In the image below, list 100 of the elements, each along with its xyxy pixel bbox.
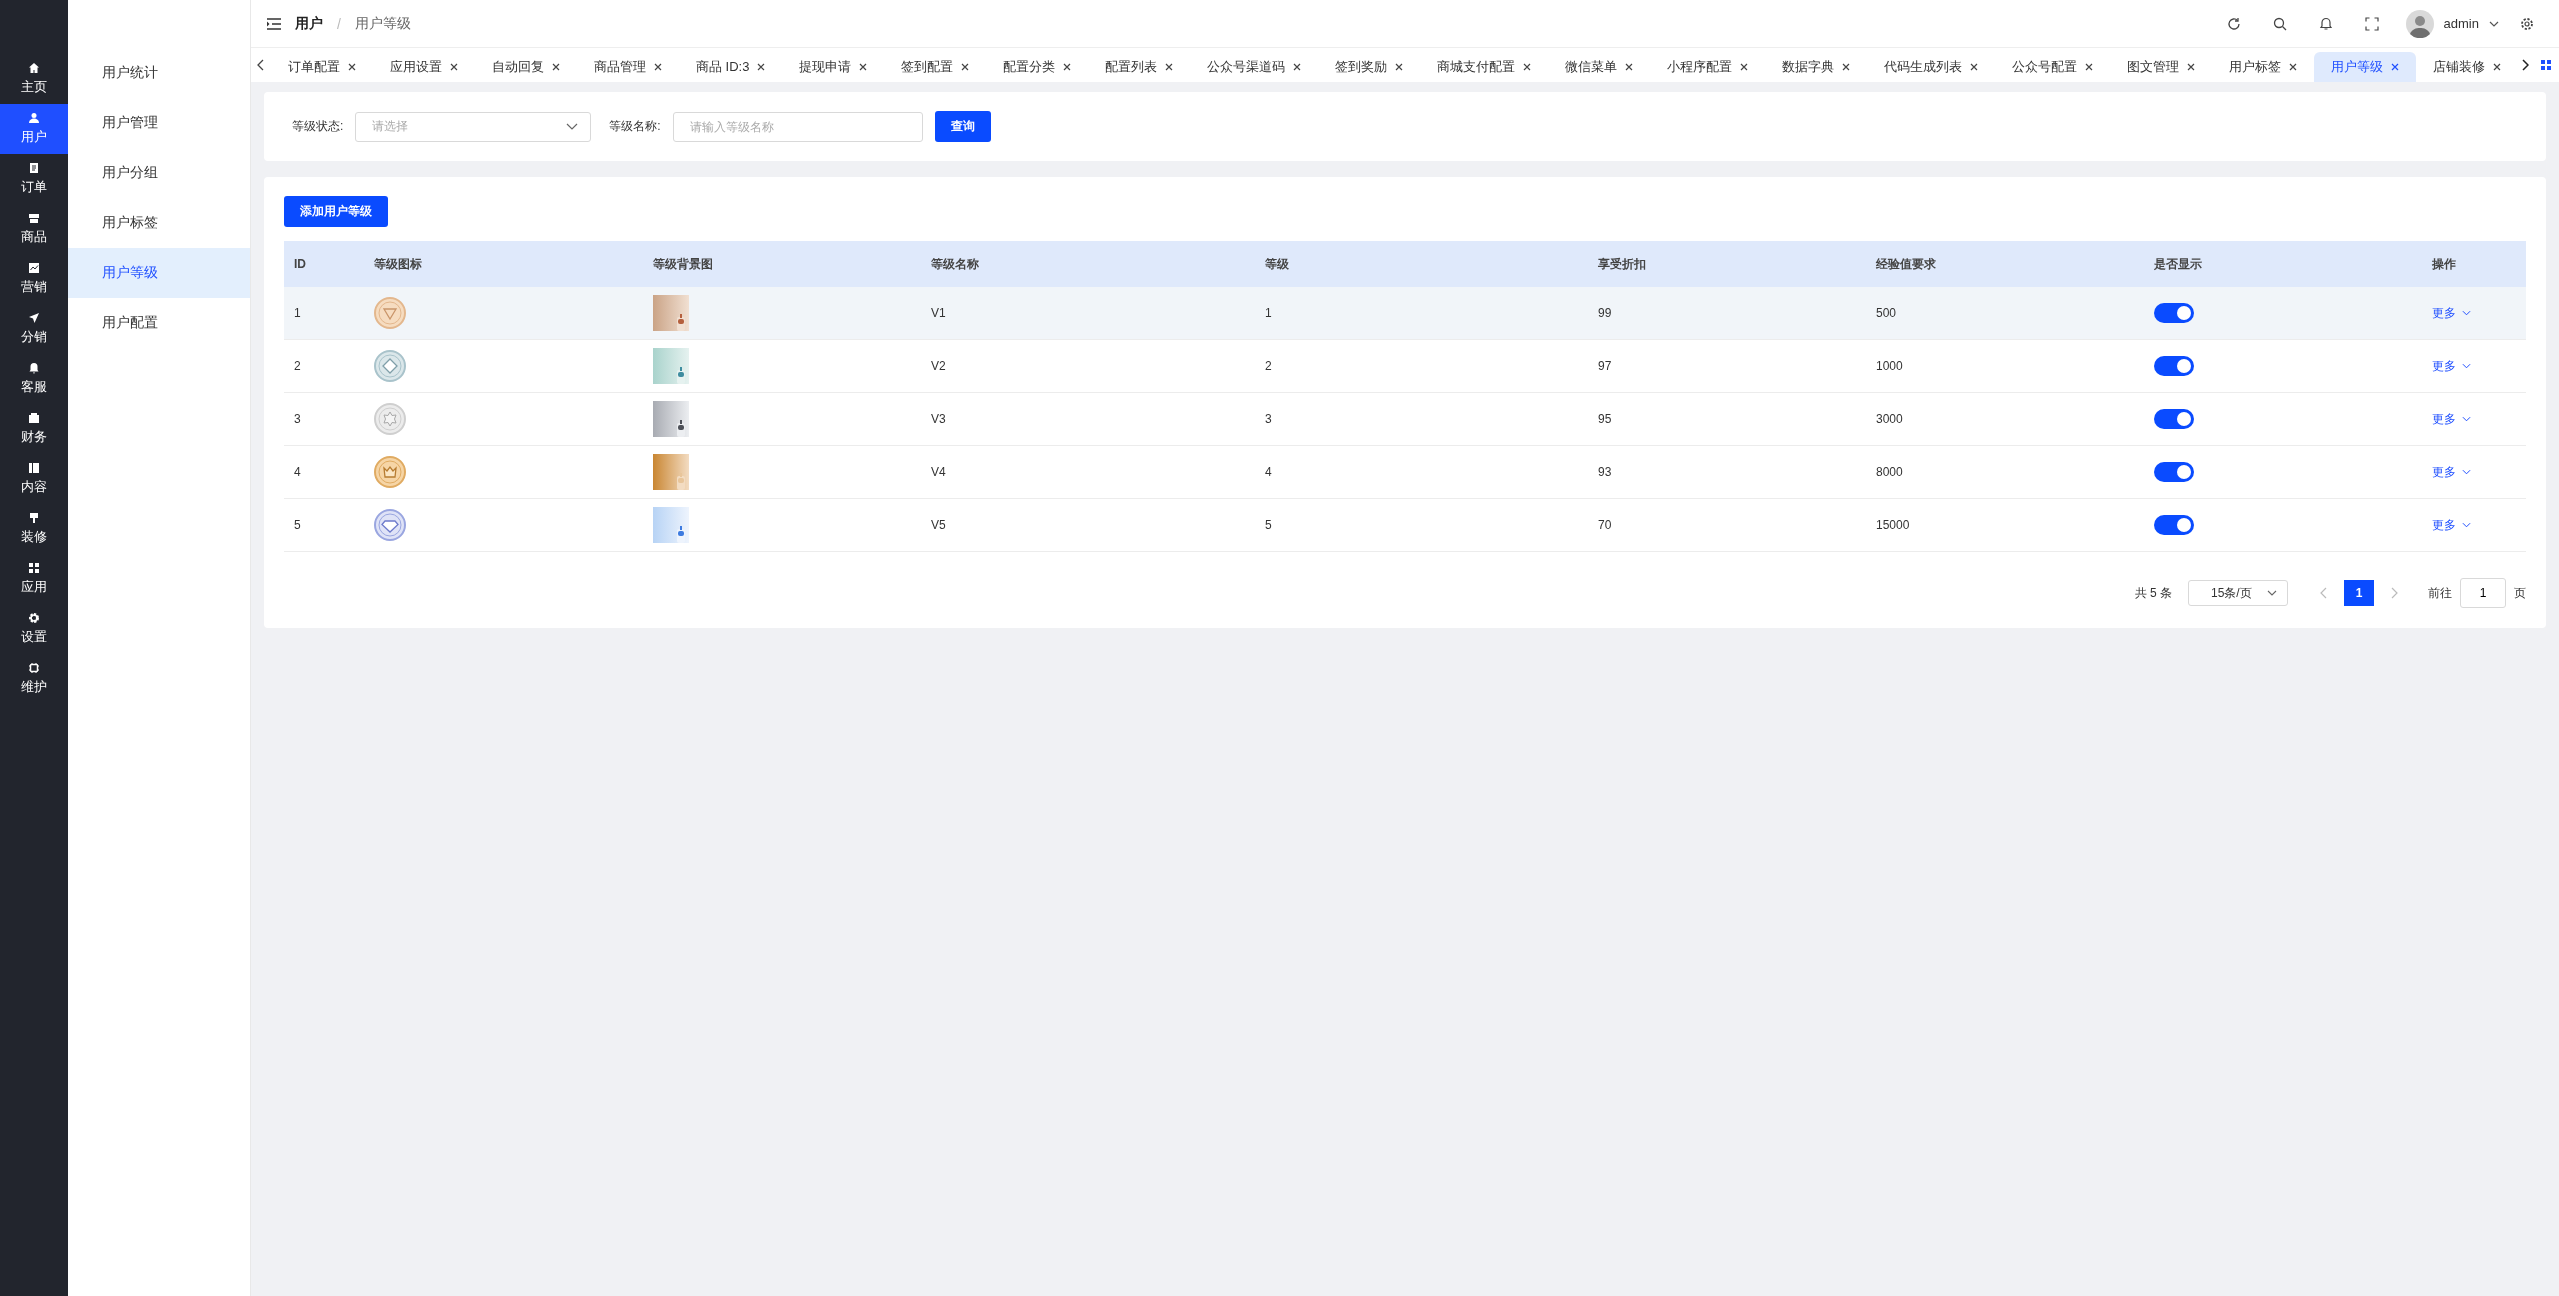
submenu-item[interactable]: 用户配置 [68,298,250,348]
nav-item[interactable]: 内容 [0,454,68,504]
page-number[interactable]: 1 [2344,580,2374,606]
page-tab[interactable]: 商品管理 [577,52,679,82]
table-row[interactable]: 5 V5 5 70 15000 更多 [284,498,2526,552]
submenu-item[interactable]: 用户统计 [68,48,250,98]
nav-item[interactable]: 装修 [0,504,68,554]
close-icon[interactable] [1740,63,1749,71]
close-icon[interactable] [348,63,356,71]
page-tab[interactable]: 订单配置 [271,52,373,82]
toggle-switch[interactable] [2154,303,2194,323]
close-icon[interactable] [552,63,560,71]
table-row[interactable]: 3 V3 3 95 3000 更多 [284,392,2526,446]
level-badge-icon [374,509,406,541]
page-tab[interactable]: 配置分类 [986,52,1089,82]
page-tab[interactable]: 图文管理 [2110,52,2213,82]
toggle-switch[interactable] [2154,356,2194,376]
nav-item[interactable]: 营销 [0,254,68,304]
page-tab[interactable]: 签到配置 [884,52,987,82]
nav-item[interactable]: 用户 [0,104,68,154]
menu-fold-icon[interactable] [267,17,281,30]
close-icon[interactable] [2289,63,2298,71]
more-dropdown[interactable]: 更多 [2432,516,2471,534]
close-icon[interactable] [1842,63,1851,71]
table-cell: 1 [294,306,301,320]
user-name[interactable]: admin [2443,16,2479,31]
close-icon[interactable] [654,63,662,71]
table-row[interactable]: 2 V2 2 97 1000 更多 [284,339,2526,393]
close-icon[interactable] [1395,63,1404,71]
page-tab[interactable]: 小程序配置 [1650,52,1766,82]
nav-item[interactable]: 客服 [0,354,68,404]
page-tab[interactable]: 数据字典 [1765,52,1868,82]
fullscreen-icon[interactable] [2364,16,2379,31]
more-dropdown[interactable]: 更多 [2432,357,2471,375]
page-tab[interactable]: 用户标签 [2212,52,2315,82]
page-tab[interactable]: 提现申请 [782,52,885,82]
close-icon[interactable] [961,63,970,71]
caret-icon[interactable] [2489,20,2499,27]
table-cell: 15000 [1876,518,1910,532]
submenu-item[interactable]: 用户分组 [68,148,250,198]
close-icon[interactable] [1523,63,1532,71]
page-tab[interactable]: 微信菜单 [1548,52,1651,82]
bell-icon[interactable] [2318,16,2333,31]
nav-item[interactable]: 主页 [0,54,68,104]
table-row[interactable]: 4 V4 4 93 8000 更多 [284,445,2526,499]
close-icon[interactable] [1165,63,1174,71]
page-tab[interactable]: 应用设置 [373,52,475,82]
close-icon[interactable] [1293,63,1302,71]
more-dropdown[interactable]: 更多 [2432,463,2471,481]
more-dropdown[interactable]: 更多 [2432,410,2471,428]
close-icon[interactable] [2085,63,2094,71]
add-level-button[interactable]: 添加用户等级 [284,196,388,227]
nav-item[interactable]: 商品 [0,204,68,254]
nav-item[interactable]: 订单 [0,154,68,204]
close-icon[interactable] [757,63,766,71]
avatar[interactable] [2405,9,2434,38]
grid-icon[interactable] [2541,60,2551,70]
submenu-item[interactable]: 用户等级 [68,248,250,298]
breadcrumb-item[interactable]: 用户 [295,14,323,33]
settings-icon[interactable] [2520,16,2534,31]
table-row[interactable]: 1 V1 1 99 500 更多 [284,287,2526,340]
page-tab[interactable]: 自动回复 [475,52,577,82]
page-tab[interactable]: 签到奖励 [1318,52,1421,82]
page-tab[interactable]: 代码生成列表 [1867,52,1996,82]
submenu-item[interactable]: 用户管理 [68,98,250,148]
page-input[interactable]: 1 [2460,578,2506,608]
close-icon[interactable] [1970,63,1979,71]
page-tab[interactable]: 商城支付配置 [1420,52,1549,82]
nav-item[interactable]: 财务 [0,404,68,454]
page-tab[interactable]: 公众号配置 [1995,52,2111,82]
page-tab[interactable]: 店铺装修 [2416,52,2515,82]
close-icon[interactable] [1625,63,1634,71]
page-tab[interactable]: 配置列表 [1088,52,1191,82]
close-icon[interactable] [2391,63,2400,71]
name-input[interactable]: 请输入等级名称 [672,111,923,142]
close-icon[interactable] [1063,63,1072,71]
nav-item[interactable]: 应用 [0,554,68,604]
page-tab[interactable]: 用户等级 [2314,52,2417,82]
refresh-icon[interactable] [2226,16,2241,31]
chevron-right-icon[interactable] [2521,59,2529,71]
page-size-select[interactable]: 15条/页 [2188,580,2288,606]
close-icon[interactable] [2187,63,2196,71]
page-tab[interactable]: 公众号渠道码 [1190,52,1319,82]
chevron-left-icon[interactable] [257,59,265,71]
more-dropdown[interactable]: 更多 [2432,304,2471,322]
toggle-switch[interactable] [2154,515,2194,535]
table-cell: V4 [931,465,946,479]
search-icon[interactable] [2272,16,2287,31]
toggle-switch[interactable] [2154,462,2194,482]
nav-item[interactable]: 维护 [0,654,68,704]
nav-item[interactable]: 设置 [0,604,68,654]
nav-item[interactable]: 分销 [0,304,68,354]
close-icon[interactable] [859,63,868,71]
close-icon[interactable] [450,63,458,71]
caret-icon [2462,416,2471,422]
close-icon[interactable] [2493,63,2502,71]
search-button[interactable]: 查询 [934,111,991,142]
page-tab[interactable]: 商品 ID:3 [679,52,783,82]
submenu-item[interactable]: 用户标签 [68,198,250,248]
toggle-switch[interactable] [2154,409,2194,429]
